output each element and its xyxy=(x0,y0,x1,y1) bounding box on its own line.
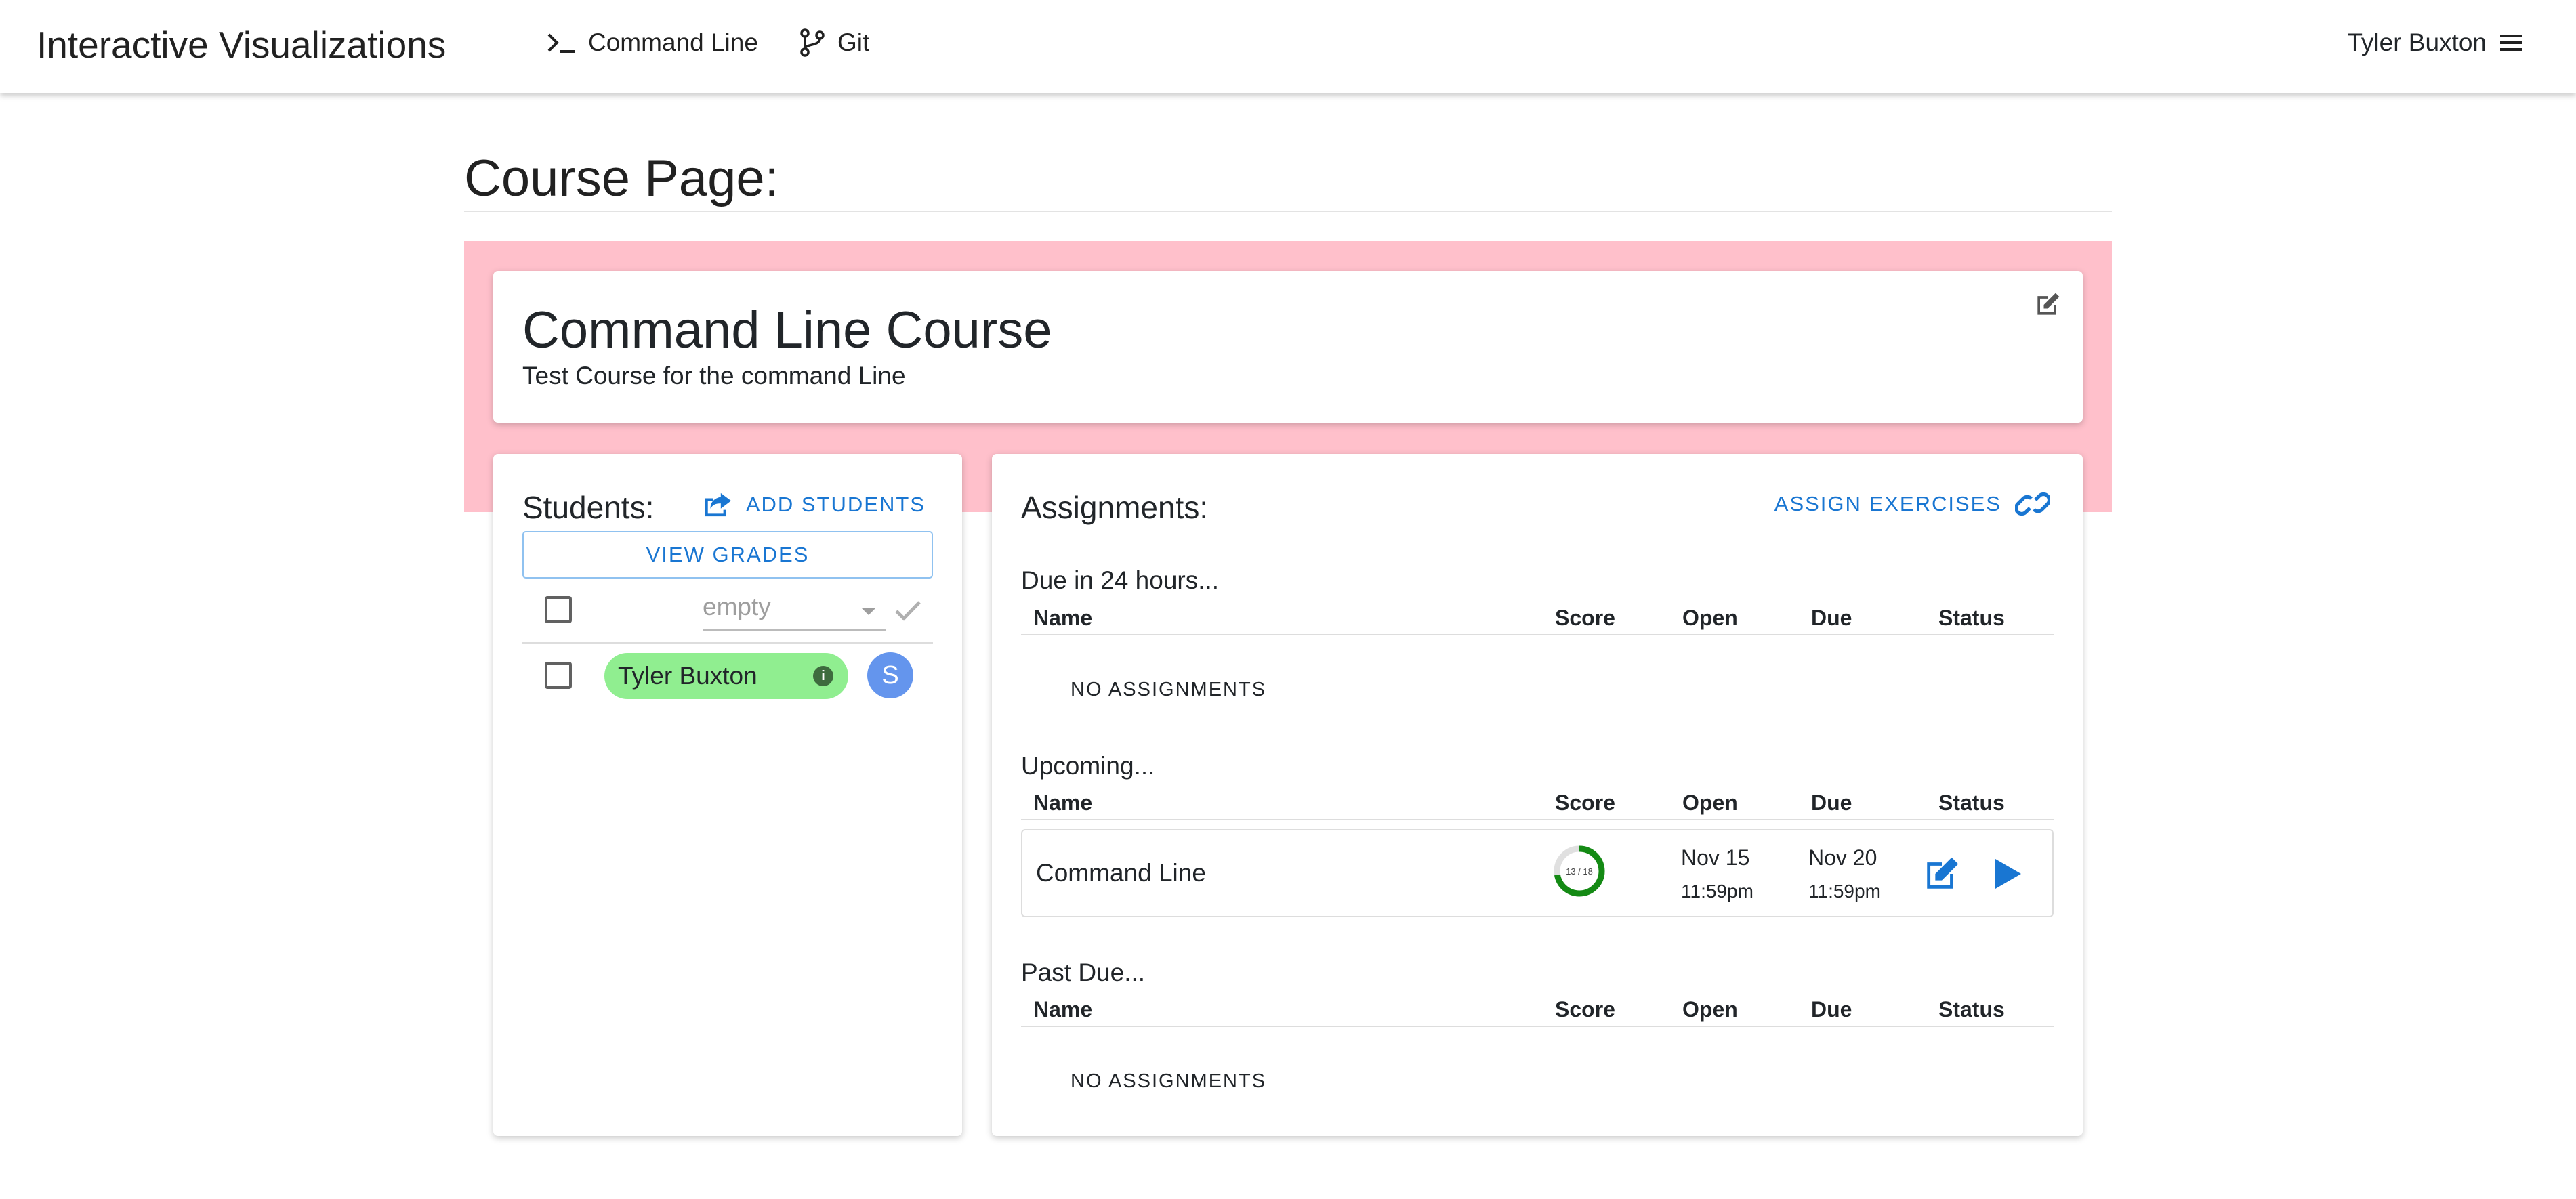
empty-state-label: NO ASSIGNMENTS xyxy=(1071,679,1267,700)
student-checkbox[interactable] xyxy=(545,662,572,689)
empty-state-label: NO ASSIGNMENTS xyxy=(1071,1070,1267,1092)
assignment-name: Command Line xyxy=(1036,859,1206,887)
column-header: Open xyxy=(1682,606,1738,630)
link-icon xyxy=(2015,492,2050,516)
terminal-icon xyxy=(547,33,575,53)
nav-link-command-line[interactable]: Command Line xyxy=(546,28,758,57)
column-header: Open xyxy=(1682,997,1738,1022)
avatar[interactable]: S xyxy=(867,652,913,698)
column-header: Status xyxy=(1938,606,2005,630)
git-branch-icon xyxy=(800,28,825,57)
assignments-heading: Assignments: xyxy=(1021,490,1209,525)
share-icon xyxy=(705,492,731,517)
column-header: Due xyxy=(1811,606,1852,630)
column-header: Open xyxy=(1682,791,1738,815)
column-header: Name xyxy=(1033,791,1093,815)
column-header: Score xyxy=(1555,606,1615,630)
column-header: Score xyxy=(1555,997,1615,1022)
title-divider xyxy=(464,211,2112,212)
top-navbar: Interactive Visualizations Command Line … xyxy=(0,0,2576,93)
assignment-row[interactable]: Command Line 13 / 18 Nov 15 11:59pm Nov … xyxy=(1021,829,2054,917)
divider xyxy=(522,642,933,644)
filter-placeholder: empty xyxy=(703,593,771,620)
column-header: Score xyxy=(1555,791,1615,815)
score-ring: 13 / 18 xyxy=(1554,845,1605,897)
due-date-time: 11:59pm xyxy=(1808,881,1881,902)
table-header: Name Score Open Due Status xyxy=(1021,791,2054,820)
students-heading: Students: xyxy=(522,490,655,525)
due-date: Nov 20 11:59pm xyxy=(1808,841,1881,908)
app-brand[interactable]: Interactive Visualizations xyxy=(37,23,446,66)
open-date: Nov 15 11:59pm xyxy=(1681,841,1753,908)
edit-course-icon[interactable] xyxy=(2033,290,2062,320)
add-students-button[interactable]: ADD STUDENTS xyxy=(703,490,926,519)
table-header: Name Score Open Due Status xyxy=(1021,997,2054,1027)
course-title: Command Line Course xyxy=(522,301,1052,359)
assignments-card: Assignments: ASSIGN EXERCISES Due in 24 … xyxy=(992,454,2083,1136)
column-header: Status xyxy=(1938,791,2005,815)
column-header: Name xyxy=(1033,997,1093,1022)
student-name: Tyler Buxton xyxy=(618,662,757,690)
section-title-past-due: Past Due... xyxy=(1021,959,1146,986)
column-header: Status xyxy=(1938,997,2005,1022)
students-card: Students: ADD STUDENTS VIEW GRADES empty… xyxy=(493,454,962,1136)
add-students-label: ADD STUDENTS xyxy=(745,492,926,516)
assign-exercises-label: ASSIGN EXERCISES xyxy=(1774,492,2001,516)
section-title-upcoming: Upcoming... xyxy=(1021,752,1155,780)
column-header: Name xyxy=(1033,606,1093,630)
course-header-card: Command Line Course Test Course for the … xyxy=(493,271,2083,423)
column-header: Due xyxy=(1811,997,1852,1022)
nav-link-label: Git xyxy=(837,28,870,56)
column-header: Due xyxy=(1811,791,1852,815)
edit-assignment-icon[interactable] xyxy=(1922,854,1961,893)
confirm-check-icon[interactable] xyxy=(894,599,922,622)
chevron-down-icon xyxy=(861,608,876,615)
nav-link-git[interactable]: Git xyxy=(799,28,869,57)
assign-exercises-button[interactable]: ASSIGN EXERCISES xyxy=(1774,490,2050,518)
info-icon[interactable]: i xyxy=(813,666,833,686)
due-date-day: Nov 20 xyxy=(1808,845,1877,870)
score-text: 13 / 18 xyxy=(1566,866,1593,877)
table-header: Name Score Open Due Status xyxy=(1021,606,2054,635)
play-icon[interactable] xyxy=(1991,856,2024,891)
user-name: Tyler Buxton xyxy=(2347,28,2487,56)
hamburger-menu-icon[interactable] xyxy=(2500,33,2522,53)
view-grades-button[interactable]: VIEW GRADES xyxy=(522,531,933,579)
student-chip[interactable]: Tyler Buxton i xyxy=(604,653,848,699)
nav-link-label: Command Line xyxy=(588,28,758,56)
open-date-day: Nov 15 xyxy=(1681,845,1750,870)
course-description: Test Course for the command Line xyxy=(522,362,906,390)
select-all-checkbox[interactable] xyxy=(545,596,572,623)
section-title-due-24h: Due in 24 hours... xyxy=(1021,566,1220,594)
open-date-time: 11:59pm xyxy=(1681,881,1753,902)
user-menu[interactable]: Tyler Buxton xyxy=(2347,28,2522,57)
group-filter-select[interactable]: empty xyxy=(703,593,886,631)
page-title: Course Page: xyxy=(464,150,779,207)
